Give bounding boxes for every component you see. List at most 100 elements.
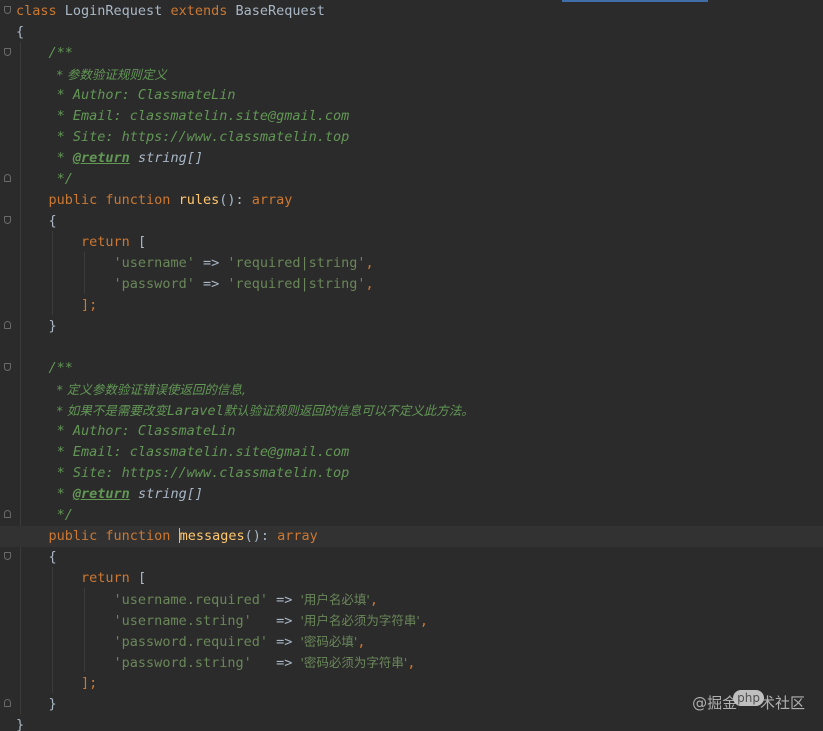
code-line[interactable]: 'username.string' => '用户名必须为字符串', [0, 610, 823, 631]
comma: , [419, 613, 429, 629]
code-line[interactable]: { [0, 22, 823, 43]
code-editor[interactable]: class LoginRequest extends BaseRequest {… [0, 0, 823, 731]
string-key: 'password' [113, 276, 195, 292]
code-line[interactable]: * Site: https://www.classmatelin.top [0, 127, 823, 148]
arrow-operator: => [267, 655, 301, 671]
code-line[interactable]: * Author: ClassmateLin [0, 85, 823, 106]
code-line[interactable]: 'username.required' => '用户名必填', [0, 589, 823, 610]
arrow-operator: => [194, 255, 228, 271]
function-name: messages [179, 528, 245, 544]
doc-comment: * Author: ClassmateLin [56, 423, 236, 439]
code-line[interactable]: /** [0, 43, 823, 64]
punctuation: [ [129, 234, 147, 250]
comma: , [365, 276, 374, 292]
string-value: '密码必须为字符串' [300, 655, 408, 670]
code-line[interactable]: } [0, 715, 823, 731]
code-line[interactable]: * Site: https://www.classmatelin.top [0, 463, 823, 484]
function-name: rules [178, 192, 220, 208]
php-badge: php [733, 690, 764, 706]
string-key: 'username' [113, 255, 195, 271]
brace: { [48, 549, 57, 565]
string-value: 'required|string' [227, 255, 366, 271]
watermark-text: 术社区 [759, 694, 805, 712]
string-key: 'password.string' [113, 655, 268, 671]
keyword: public function [48, 528, 171, 544]
code-line[interactable]: * Email: classmatelin.site@gmail.com [0, 442, 823, 463]
code-line[interactable]: public function rules(): array [0, 190, 823, 211]
string-value: '用户名必填' [300, 592, 370, 607]
parent-class-name: BaseRequest [235, 3, 325, 19]
comma: , [407, 655, 416, 671]
class-name: LoginRequest [64, 3, 163, 19]
string-value: 'required|string' [227, 276, 366, 292]
doc-comment: * 参数验证规则定义 [56, 67, 167, 82]
code-line-current[interactable]: public function messages(): array [0, 526, 823, 547]
arrow-operator: => [194, 276, 228, 292]
code-line[interactable]: /** [0, 358, 823, 379]
code-line[interactable]: * Email: classmatelin.site@gmail.com [0, 106, 823, 127]
code-line[interactable]: * @return string[] [0, 484, 823, 505]
code-line[interactable]: 'password' => 'required|string', [0, 274, 823, 295]
doc-comment: * Author: ClassmateLin [56, 87, 236, 103]
arrow-operator: => [267, 613, 301, 629]
code-line[interactable]: } [0, 316, 823, 337]
code-line[interactable]: 'password.string' => '密码必须为字符串', [0, 652, 823, 673]
doc-comment: * [56, 150, 73, 166]
doc-comment: Laravel [166, 403, 224, 419]
doc-comment: * 如果不是需要改变 [56, 403, 167, 418]
keyword: return [81, 234, 130, 250]
string-key: 'username.required' [113, 592, 268, 608]
keyword: return [81, 570, 130, 586]
doc-comment: * Site: https://www.classmatelin.top [56, 465, 350, 481]
code-line[interactable]: return [ [0, 568, 823, 589]
doc-type: string[] [129, 486, 203, 502]
punctuation: ]; [81, 297, 98, 313]
watermark-text: @掘金 [692, 694, 738, 712]
punctuation: (): [244, 528, 278, 544]
doc-tag: @return [72, 150, 130, 166]
comma: , [365, 255, 374, 271]
punctuation: [ [129, 570, 147, 586]
code-line[interactable]: { [0, 547, 823, 568]
arrow-operator: => [267, 634, 301, 650]
code-line[interactable]: return [ [0, 232, 823, 253]
doc-comment: * [56, 486, 73, 502]
code-line[interactable]: ]; [0, 295, 823, 316]
doc-tag: @return [72, 486, 130, 502]
comma: , [357, 634, 366, 650]
code-line[interactable]: * 如果不是需要改变Laravel默认验证规则返回的信息可以不定义此方法。 [0, 400, 823, 421]
punctuation: ]; [81, 675, 98, 691]
doc-type: string[] [129, 150, 203, 166]
code-line[interactable]: 'username' => 'required|string', [0, 253, 823, 274]
code-line[interactable]: class LoginRequest extends BaseRequest [0, 1, 823, 22]
watermark: @掘金php术社区 [692, 690, 805, 713]
code-line[interactable]: 'password.required' => '密码必填', [0, 631, 823, 652]
comma: , [369, 592, 379, 608]
doc-comment: */ [56, 171, 73, 187]
string-value: '密码必填' [300, 634, 358, 649]
doc-comment: * Site: https://www.classmatelin.top [56, 129, 350, 145]
string-value: '用户名必须为字符串' [300, 613, 420, 628]
doc-comment: * Email: classmatelin.site@gmail.com [56, 444, 350, 460]
doc-comment: /** [48, 45, 73, 61]
keyword: public function [48, 192, 171, 208]
string-key: 'password.required' [113, 634, 268, 650]
doc-comment: /** [48, 360, 73, 376]
code-line[interactable]: */ [0, 169, 823, 190]
keyword: class [16, 3, 57, 19]
doc-comment: * 定义参数验证错误使返回的信息, [56, 382, 246, 397]
code-line[interactable]: * 参数验证规则定义 [0, 64, 823, 85]
code-line[interactable]: * @return string[] [0, 148, 823, 169]
return-type: array [277, 528, 318, 544]
brace: } [48, 318, 57, 334]
arrow-operator: => [267, 592, 301, 608]
code-line[interactable]: * Author: ClassmateLin [0, 421, 823, 442]
string-key: 'username.string' [113, 613, 268, 629]
brace: } [48, 696, 57, 712]
code-line[interactable]: * 定义参数验证错误使返回的信息, [0, 379, 823, 400]
code-line[interactable]: ]; [0, 673, 823, 694]
doc-comment: * Email: classmatelin.site@gmail.com [56, 108, 350, 124]
code-line[interactable]: */ [0, 505, 823, 526]
doc-comment: 默认验证规则返回的信息可以不定义此方法。 [223, 403, 474, 418]
code-line[interactable]: { [0, 211, 823, 232]
